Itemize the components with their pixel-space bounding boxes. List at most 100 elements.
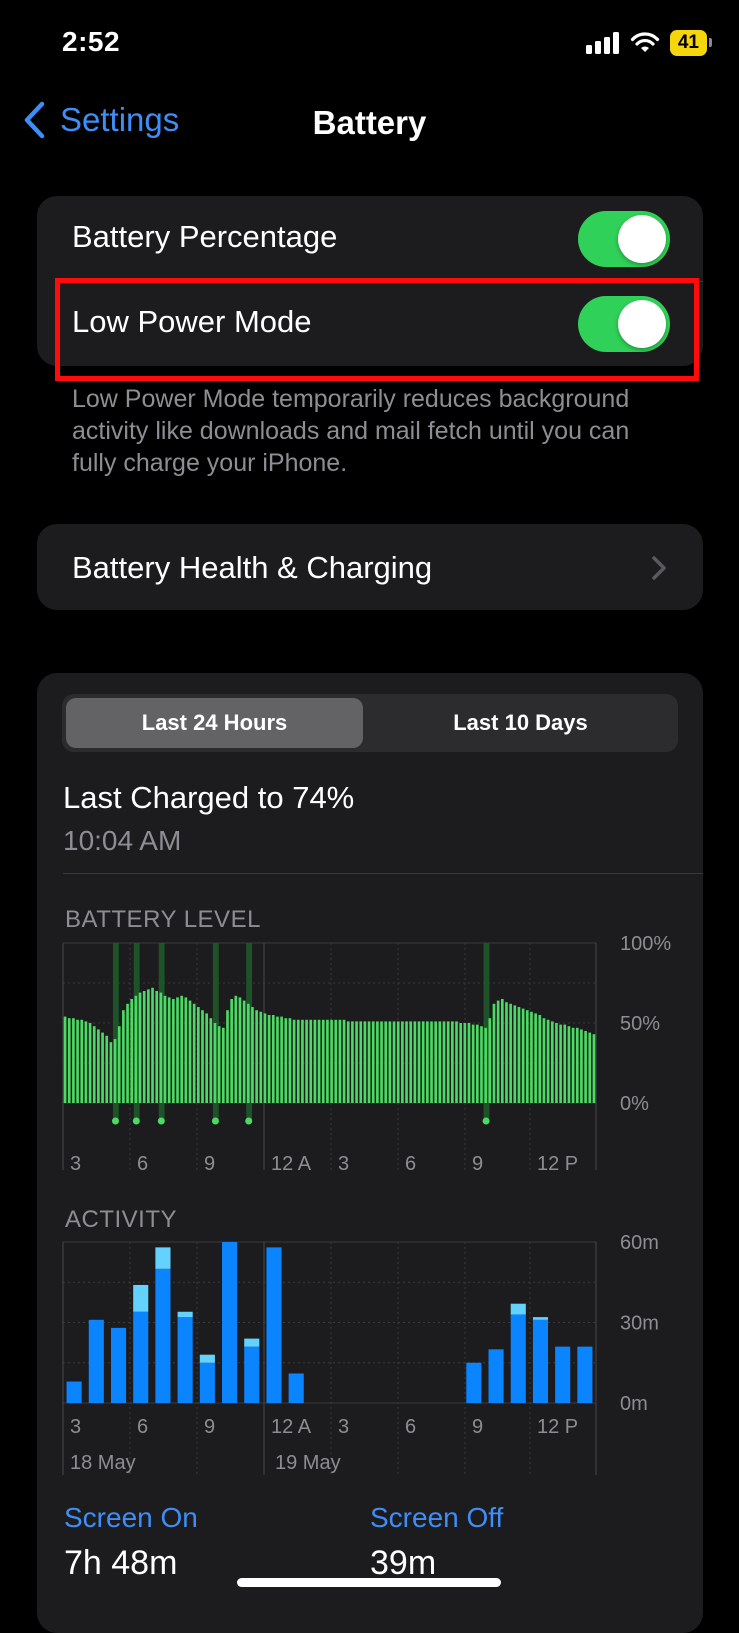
activity-bar-screen-on bbox=[199, 1362, 215, 1403]
battery-bar bbox=[513, 1005, 517, 1103]
battery-bar bbox=[446, 1021, 450, 1103]
battery-bar bbox=[438, 1021, 442, 1103]
y-tick-label: 100% bbox=[620, 933, 671, 955]
charging-dot bbox=[482, 1117, 490, 1125]
battery-bar bbox=[563, 1024, 567, 1103]
battery-bar bbox=[134, 995, 138, 1103]
battery-bar bbox=[475, 1024, 479, 1103]
usage-charts: 100% 50% 0% 3 6 9 12 A 3 6 9 12 P 60m 30m 0m 3 6 9 12 A 3… bbox=[62, 933, 671, 1475]
battery-bar bbox=[63, 1016, 67, 1103]
battery-bar bbox=[492, 1003, 496, 1103]
battery-bar bbox=[138, 992, 142, 1103]
activity-bar-screen-on bbox=[133, 1311, 149, 1403]
x-tick-label: 3 bbox=[338, 1153, 349, 1175]
battery-bar bbox=[246, 1003, 250, 1103]
battery-bar bbox=[309, 1019, 313, 1103]
battery-bar bbox=[409, 1021, 413, 1103]
charging-dot bbox=[211, 1117, 219, 1125]
activity-bar-screen-off bbox=[510, 1303, 526, 1315]
x-tick-label: 9 bbox=[204, 1416, 215, 1438]
battery-bar bbox=[192, 1003, 196, 1103]
x-tick-label: 12 P bbox=[537, 1153, 578, 1175]
battery-bar bbox=[405, 1021, 408, 1103]
battery-bar bbox=[471, 1024, 475, 1103]
charging-dot bbox=[245, 1117, 253, 1125]
battery-bar bbox=[255, 1010, 258, 1103]
battery-bar bbox=[259, 1011, 263, 1103]
battery-bar bbox=[142, 991, 146, 1103]
home-indicator[interactable] bbox=[237, 1578, 501, 1587]
battery-bar bbox=[384, 1021, 388, 1103]
battery-bar bbox=[317, 1019, 321, 1103]
battery-bar bbox=[201, 1010, 204, 1103]
x-tick-label: 3 bbox=[70, 1416, 81, 1438]
battery-bar bbox=[301, 1019, 304, 1103]
battery-bar bbox=[355, 1021, 358, 1103]
activity-bar-screen-on bbox=[510, 1314, 526, 1403]
battery-bar bbox=[434, 1021, 438, 1103]
battery-bar bbox=[451, 1021, 454, 1103]
activity-bar-screen-on bbox=[222, 1242, 238, 1403]
battery-bar bbox=[334, 1019, 338, 1103]
battery-bar bbox=[97, 1029, 100, 1103]
x-tick-label: 6 bbox=[405, 1416, 416, 1438]
activity-bar-screen-on bbox=[466, 1362, 482, 1403]
y-tick-label: 0% bbox=[620, 1093, 649, 1115]
activity-bar-screen-on bbox=[488, 1349, 504, 1403]
battery-bar bbox=[230, 999, 233, 1103]
battery-bar bbox=[376, 1021, 379, 1103]
activity-bar-screen-off bbox=[199, 1354, 215, 1363]
battery-bar bbox=[584, 1031, 587, 1103]
date-label-18-may: 18 May bbox=[70, 1452, 136, 1474]
battery-bar bbox=[151, 987, 154, 1103]
y-tick-label: 50% bbox=[620, 1013, 660, 1035]
battery-bar bbox=[159, 992, 163, 1103]
battery-bar bbox=[263, 1013, 267, 1103]
battery-bar bbox=[455, 1021, 458, 1103]
x-tick-label: 12 P bbox=[537, 1416, 578, 1438]
x-tick-label: 6 bbox=[137, 1416, 148, 1438]
battery-bar bbox=[330, 1019, 333, 1103]
battery-bar bbox=[367, 1021, 371, 1103]
battery-bar bbox=[72, 1018, 75, 1103]
battery-bar bbox=[147, 989, 150, 1103]
battery-bar bbox=[538, 1015, 542, 1103]
battery-bar bbox=[296, 1019, 300, 1103]
battery-bar bbox=[525, 1010, 529, 1103]
battery-bar bbox=[130, 999, 134, 1103]
battery-bar bbox=[109, 1042, 113, 1103]
battery-bar bbox=[442, 1021, 446, 1103]
battery-bar bbox=[251, 1007, 254, 1103]
screen-off-label: Screen Off bbox=[370, 1502, 504, 1533]
x-tick-label: 3 bbox=[70, 1153, 81, 1175]
battery-bar bbox=[430, 1021, 433, 1103]
charging-dot bbox=[157, 1117, 165, 1125]
activity-bar-screen-on bbox=[110, 1327, 127, 1403]
battery-bar bbox=[426, 1021, 429, 1103]
battery-bar bbox=[392, 1021, 396, 1103]
activity-bar-screen-on bbox=[88, 1319, 104, 1403]
battery-bar bbox=[542, 1018, 546, 1103]
battery-bar bbox=[167, 997, 171, 1103]
x-tick-label: 9 bbox=[472, 1416, 483, 1438]
battery-bar bbox=[467, 1023, 471, 1103]
activity-bar-screen-on bbox=[266, 1247, 282, 1403]
battery-bar bbox=[480, 1026, 483, 1103]
activity-bar-screen-on bbox=[244, 1346, 260, 1403]
date-label-19-may: 19 May bbox=[275, 1452, 341, 1474]
battery-bar bbox=[292, 1019, 296, 1103]
x-tick-label: 9 bbox=[472, 1153, 483, 1175]
battery-bar bbox=[550, 1021, 554, 1103]
y-tick-label: 60m bbox=[620, 1232, 659, 1254]
battery-bar bbox=[155, 991, 159, 1103]
battery-bar bbox=[363, 1021, 367, 1103]
battery-bar bbox=[267, 1015, 271, 1103]
battery-bar bbox=[213, 1023, 217, 1103]
x-tick-label: 6 bbox=[137, 1153, 148, 1175]
battery-bar bbox=[88, 1023, 92, 1103]
battery-bar bbox=[401, 1021, 404, 1103]
battery-bar bbox=[413, 1021, 417, 1103]
battery-bar bbox=[509, 1003, 512, 1103]
battery-bar bbox=[396, 1021, 400, 1103]
battery-bar bbox=[92, 1026, 96, 1103]
